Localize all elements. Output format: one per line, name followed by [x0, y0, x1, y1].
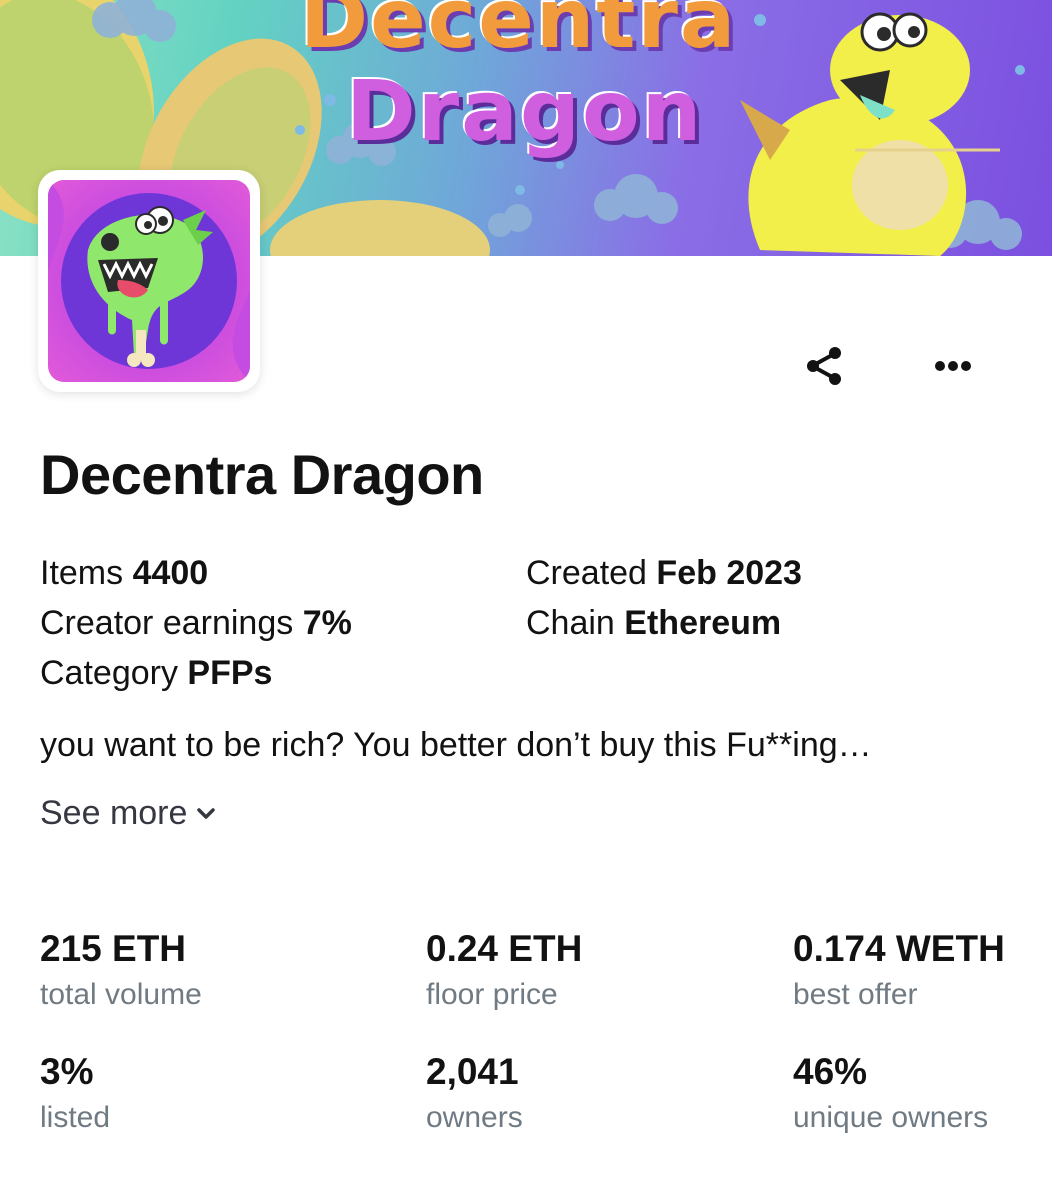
share-button[interactable]	[793, 334, 857, 398]
see-more-button[interactable]: See more	[40, 794, 217, 833]
detail-items-label: Items	[40, 554, 124, 592]
detail-category-value: PFPs	[187, 654, 273, 692]
detail-items-value: 4400	[132, 554, 209, 592]
detail-creator-earnings-label: Creator earnings	[40, 604, 294, 642]
see-more-label: See more	[40, 794, 188, 832]
share-icon	[807, 347, 841, 385]
banner-title-line1: Decentra	[300, 0, 738, 67]
detail-category: Category PFPs	[40, 648, 272, 698]
detail-creator-earnings: Creator earnings 7%	[40, 598, 352, 648]
detail-category-label: Category	[40, 654, 178, 692]
more-icon	[935, 361, 971, 371]
detail-created: Created Feb 2023	[526, 548, 802, 598]
chevron-down-icon	[197, 807, 216, 819]
stat-label: total volume	[40, 978, 202, 1011]
stat-owners[interactable]: 2,041 owners	[426, 1051, 523, 1135]
stat-total-volume[interactable]: 215 ETH total volume	[40, 928, 202, 1012]
detail-chain-label: Chain	[526, 604, 615, 642]
detail-created-value: Feb 2023	[656, 554, 802, 592]
avatar-image	[48, 180, 250, 382]
stat-value: 0.24 ETH	[426, 928, 583, 969]
stat-best-offer[interactable]: 0.174 WETH best offer	[793, 928, 1005, 1012]
stat-label: floor price	[426, 978, 558, 1011]
more-options-button[interactable]	[921, 334, 985, 398]
stat-unique-owners[interactable]: 46% unique owners	[793, 1051, 988, 1135]
stat-label: owners	[426, 1101, 523, 1134]
stat-value: 0.174 WETH	[793, 928, 1005, 969]
collection-title: Decentra Dragon	[40, 443, 484, 506]
stat-label: unique owners	[793, 1101, 989, 1134]
detail-chain-value: Ethereum	[624, 604, 782, 642]
detail-items: Items 4400	[40, 548, 208, 598]
collection-avatar[interactable]	[38, 170, 260, 392]
stat-value: 3%	[40, 1051, 94, 1092]
banner-title-line2: Dragon	[346, 62, 704, 160]
stat-listed[interactable]: 3% listed	[40, 1051, 110, 1135]
stat-value: 46%	[793, 1051, 868, 1092]
collection-description: you want to be rich? You better don’t bu…	[40, 726, 872, 764]
stat-label: best offer	[793, 978, 918, 1011]
detail-chain: Chain Ethereum	[526, 598, 781, 648]
stat-label: listed	[40, 1101, 111, 1134]
stat-value: 2,041	[426, 1051, 519, 1092]
stat-floor-price[interactable]: 0.24 ETH floor price	[426, 928, 582, 1012]
dragon-avatar-art	[48, 180, 250, 382]
detail-creator-earnings-value: 7%	[302, 604, 352, 642]
stat-value: 215 ETH	[40, 928, 187, 969]
detail-created-label: Created	[526, 554, 647, 592]
